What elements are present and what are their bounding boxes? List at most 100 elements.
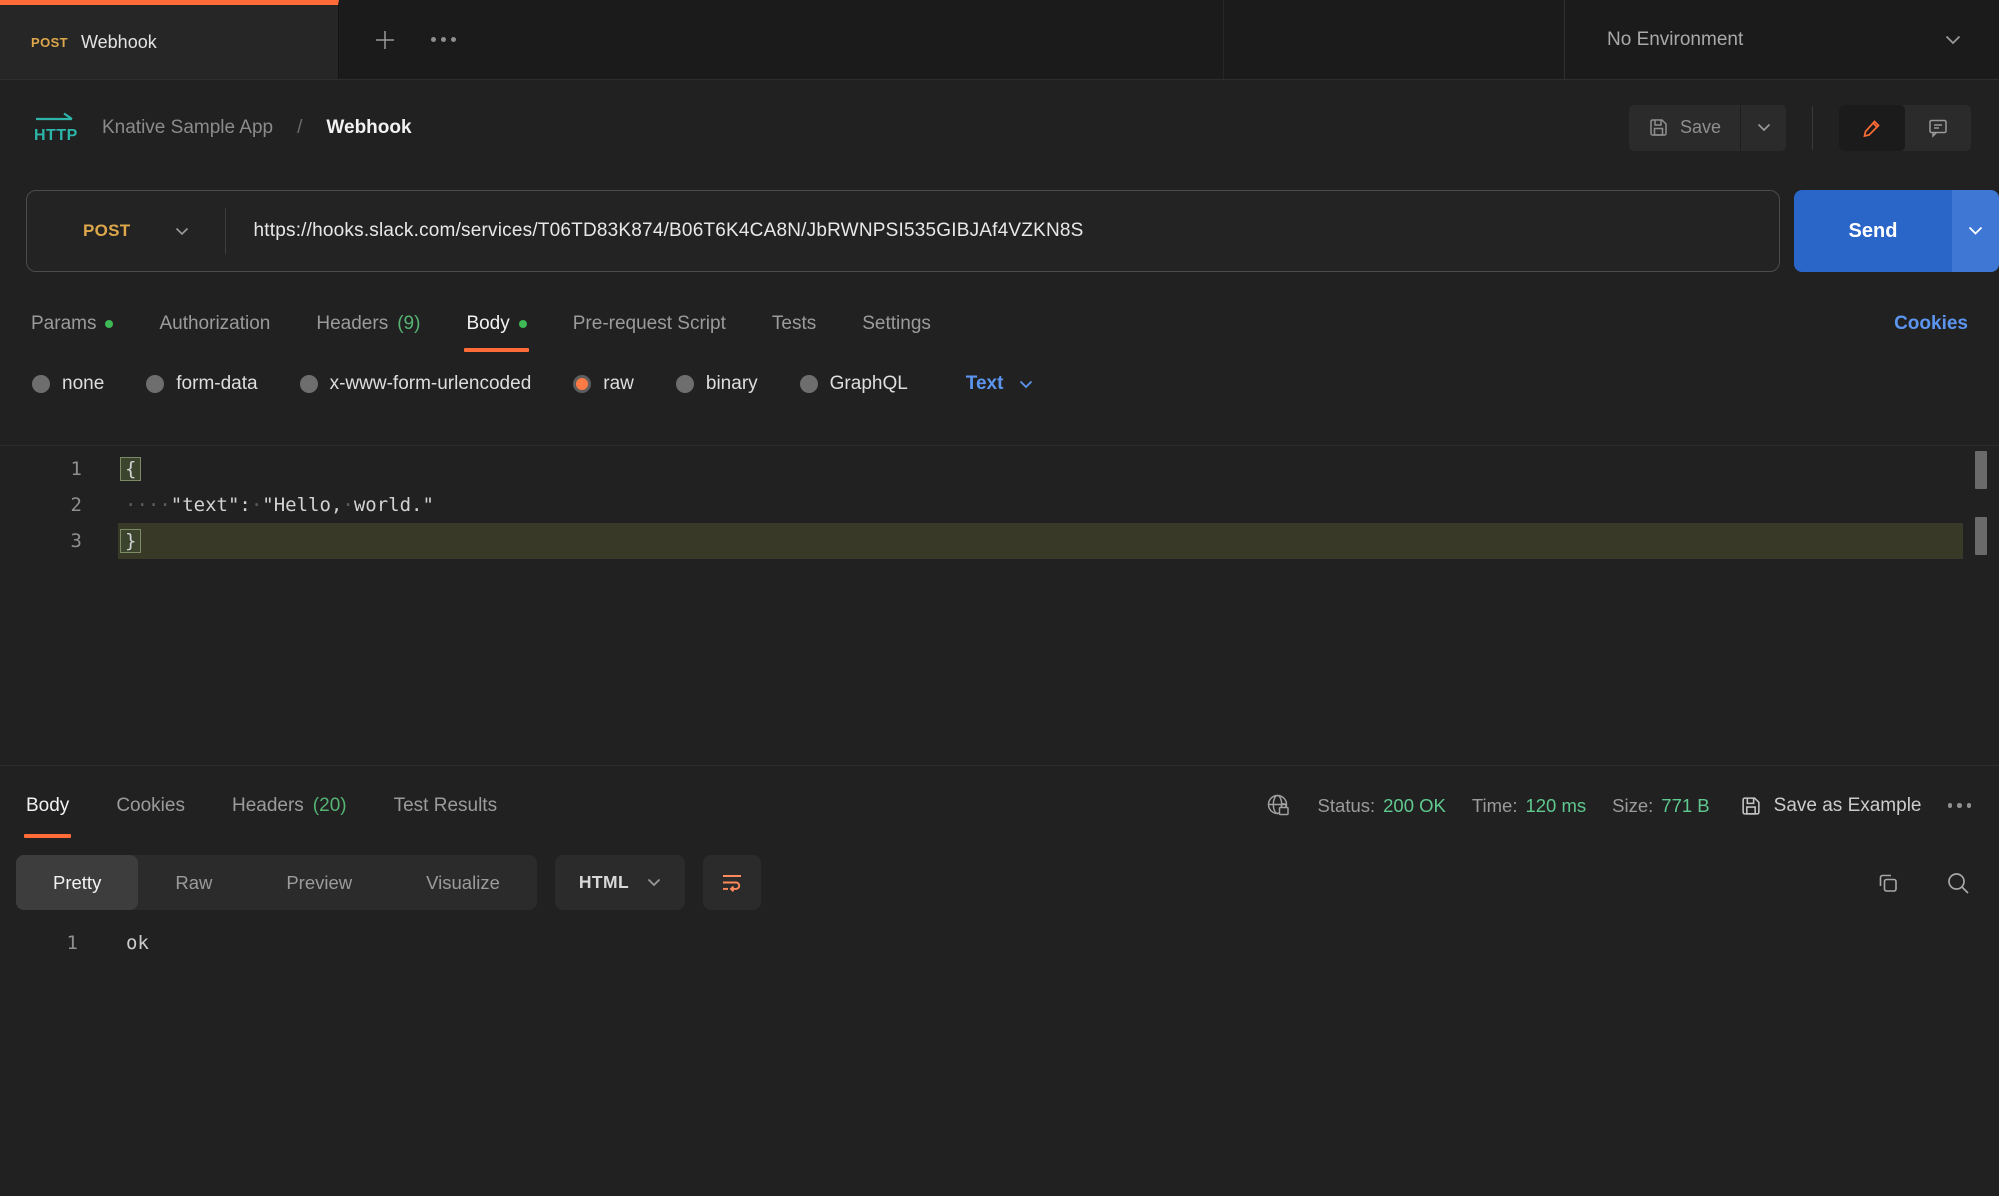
search-response-button[interactable] <box>1945 870 1971 896</box>
response-meta: Status: 200 OK Time: 120 ms Size: 771 B <box>1265 792 1971 819</box>
response-tab-test-results[interactable]: Test Results <box>394 766 497 845</box>
radio-form-data[interactable]: form-data <box>146 373 257 395</box>
whitespace-dots: · <box>342 494 353 516</box>
send-button-group: Send <box>1794 190 1999 272</box>
save-icon <box>1740 795 1762 817</box>
breadcrumb-request-name[interactable]: Webhook <box>326 117 411 139</box>
more-icon <box>1948 803 1972 808</box>
tab-label: Body <box>466 313 509 335</box>
copy-response-button[interactable] <box>1875 870 1901 896</box>
response-format-selector[interactable]: HTML <box>555 855 685 910</box>
radio-binary[interactable]: binary <box>676 373 758 395</box>
current-line-highlight <box>118 523 1963 559</box>
size-label: Size: <box>1612 795 1653 817</box>
response-options-button[interactable] <box>1948 803 1972 808</box>
scrollbar-thumb[interactable] <box>1975 517 1987 555</box>
tab-label: Test Results <box>394 795 497 817</box>
view-visualize[interactable]: Visualize <box>389 855 537 910</box>
tab-tests[interactable]: Tests <box>772 296 816 352</box>
request-body-editor[interactable]: 1 { 2 ····"text":·"Hello,·world." 3 } <box>0 445 1999 765</box>
breadcrumb-collection[interactable]: Knative Sample App <box>102 117 273 139</box>
plus-icon <box>373 28 397 52</box>
response-body[interactable]: 1 ok <box>0 926 1999 960</box>
chevron-down-icon <box>1019 380 1033 389</box>
radio-graphql[interactable]: GraphQL <box>800 373 908 395</box>
tab-options-button[interactable] <box>431 37 456 42</box>
send-options-button[interactable] <box>1952 190 1999 272</box>
editor-scrollbar[interactable] <box>1975 451 1987 583</box>
breadcrumb-separator: / <box>297 117 302 139</box>
url-row: POST https://hooks.slack.com/services/T0… <box>26 190 1999 272</box>
response-header: Body Cookies Headers (20) Test Results <box>0 765 1999 845</box>
tab-label: Headers <box>232 795 304 817</box>
comments-button[interactable] <box>1905 105 1971 151</box>
json-value: world." <box>354 494 434 516</box>
radio-icon <box>800 375 818 393</box>
send-button[interactable]: Send <box>1794 190 1952 272</box>
network-globe-icon[interactable] <box>1265 792 1292 819</box>
code-text: { <box>82 457 141 481</box>
chevron-down-icon <box>1757 123 1771 132</box>
raw-language-selector[interactable]: Text <box>966 373 1034 395</box>
save-button[interactable]: Save <box>1629 105 1740 151</box>
url-input[interactable]: https://hooks.slack.com/services/T06TD83… <box>226 220 1084 242</box>
new-tab-button[interactable] <box>373 28 397 52</box>
radio-x-www-form-urlencoded[interactable]: x-www-form-urlencoded <box>300 373 532 395</box>
tab-authorization[interactable]: Authorization <box>159 296 270 352</box>
tab-body[interactable]: Body <box>466 296 526 352</box>
copy-icon <box>1875 870 1901 896</box>
view-label: Visualize <box>426 872 500 894</box>
response-tab-body[interactable]: Body <box>26 766 69 845</box>
headers-count: (9) <box>397 313 420 335</box>
response-toolbar: Pretty Raw Preview Visualize HTML <box>0 855 1999 910</box>
size-value: 771 B <box>1661 795 1709 817</box>
scrollbar-thumb[interactable] <box>1975 451 1987 489</box>
code-text: } <box>82 529 141 553</box>
tab-label: Tests <box>772 313 816 335</box>
doc-comment-group <box>1839 105 1971 151</box>
view-label: Pretty <box>53 872 101 894</box>
environment-selector[interactable]: No Environment <box>1564 0 1999 79</box>
method-selector[interactable]: POST <box>27 221 225 241</box>
tab-params[interactable]: Params <box>31 296 113 352</box>
top-tab-bar: POST Webhook No Environment <box>0 0 1999 80</box>
tab-headers[interactable]: Headers (9) <box>316 296 420 352</box>
radio-icon <box>300 375 318 393</box>
save-as-example-label: Save as Example <box>1774 795 1922 817</box>
response-tab-headers[interactable]: Headers (20) <box>232 766 347 845</box>
request-tabs: Params Authorization Headers (9) Body Pr… <box>0 296 1999 352</box>
request-tab[interactable]: POST Webhook <box>0 0 339 79</box>
edit-documentation-button[interactable] <box>1839 105 1905 151</box>
code-text: ····"text":·"Hello,·world." <box>82 494 434 516</box>
response-tab-cookies[interactable]: Cookies <box>116 766 185 845</box>
search-icon <box>1945 870 1971 896</box>
view-preview[interactable]: Preview <box>249 855 389 910</box>
radio-label: x-www-form-urlencoded <box>330 373 532 395</box>
tab-label: Authorization <box>159 313 270 335</box>
whitespace-dots: · <box>251 494 262 516</box>
cookies-link[interactable]: Cookies <box>1894 313 1968 335</box>
tab-label: Headers <box>316 313 388 335</box>
line-number: 2 <box>0 494 82 516</box>
save-options-button[interactable] <box>1740 105 1786 151</box>
tab-settings[interactable]: Settings <box>862 296 931 352</box>
radio-raw[interactable]: raw <box>573 373 634 395</box>
view-label: Preview <box>286 872 352 894</box>
save-as-example-button[interactable]: Save as Example <box>1740 795 1922 817</box>
svg-text:HTTP: HTTP <box>34 127 78 144</box>
params-active-dot <box>105 320 113 328</box>
more-icon <box>431 37 456 42</box>
body-active-dot <box>519 320 527 328</box>
time-pair: Time: 120 ms <box>1472 795 1586 817</box>
request-header: HTTP Knative Sample App / Webhook Sa <box>0 80 1999 175</box>
view-pretty[interactable]: Pretty <box>16 855 138 910</box>
response-line-number: 1 <box>0 932 78 954</box>
view-raw[interactable]: Raw <box>138 855 249 910</box>
wrap-lines-button[interactable] <box>703 855 761 910</box>
tab-pre-request-script[interactable]: Pre-request Script <box>573 296 726 352</box>
response-line: 1 ok <box>0 926 1999 960</box>
radio-none[interactable]: none <box>32 373 104 395</box>
radio-icon <box>676 375 694 393</box>
chevron-down-icon <box>647 878 661 887</box>
response-view-switcher: Pretty Raw Preview Visualize <box>16 855 537 910</box>
